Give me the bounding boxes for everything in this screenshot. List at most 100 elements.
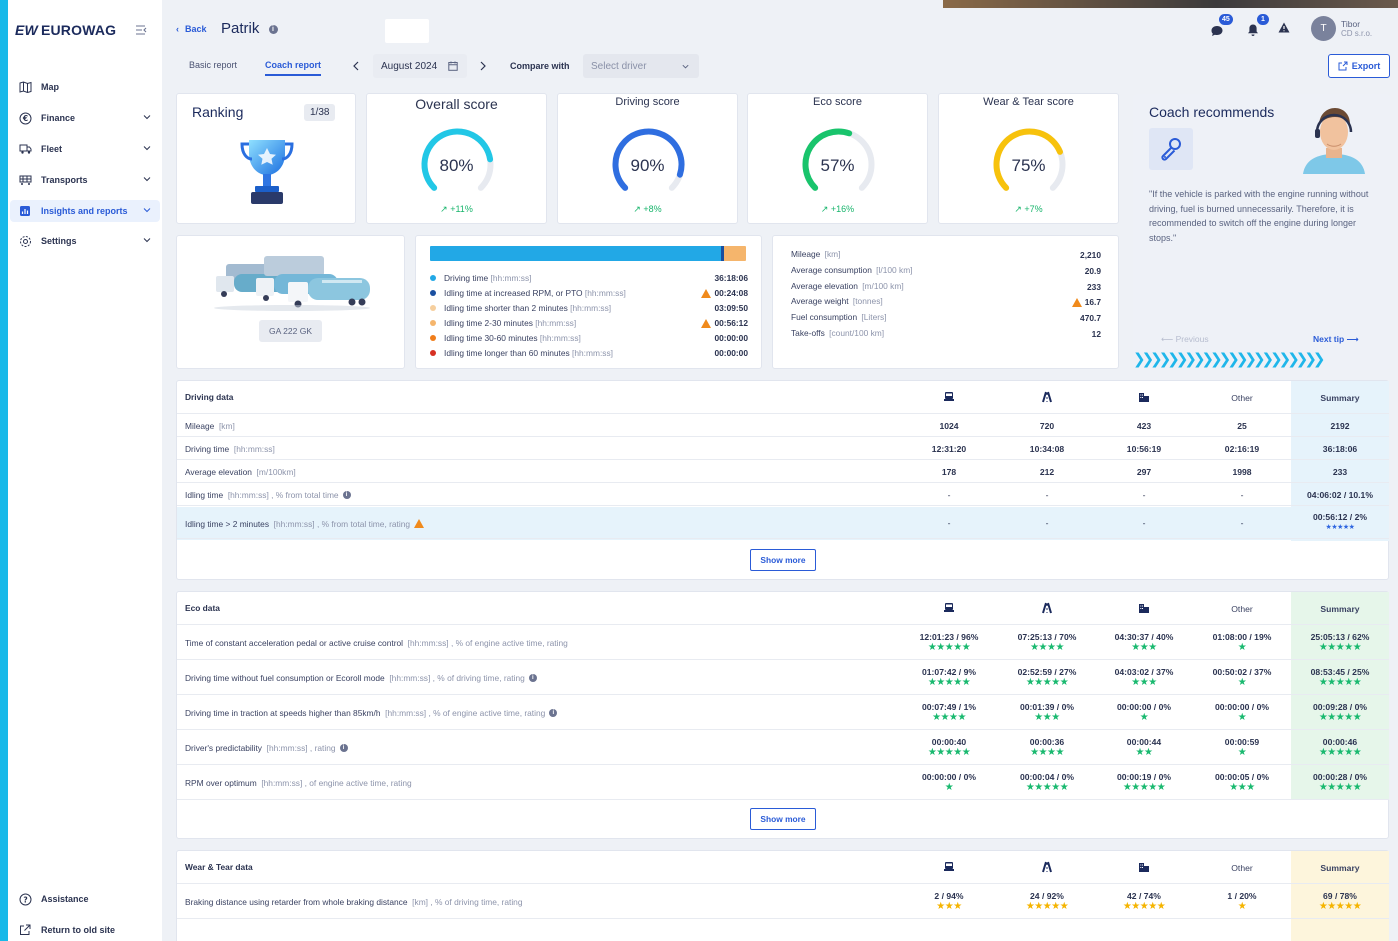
summary-cell: 00:56:12 / 2% ★★★★★ bbox=[1291, 512, 1389, 533]
legend-value-text: 00:00:00 bbox=[714, 348, 748, 358]
table-row: Mileage [km] 1024 720 423 25 2192 bbox=[177, 414, 1389, 437]
sidebar-item-transports[interactable]: Transports bbox=[10, 169, 160, 191]
previous-label: Previous bbox=[1175, 334, 1209, 344]
stat-row: Average consumption [l/100 km] 20.9 bbox=[791, 265, 1101, 277]
show-more-button[interactable]: Show more bbox=[750, 808, 816, 830]
table-cell: 04:30:37 / 40% ★★★ bbox=[1095, 632, 1193, 653]
summary-cell: 233 bbox=[1291, 467, 1389, 477]
cell-value: 12:31:20 bbox=[931, 443, 967, 454]
rating-stars: ★★★★★ bbox=[1325, 523, 1355, 531]
cell-value: - bbox=[1045, 517, 1049, 528]
legend-label: Idling time at increased RPM, or PTO [hh… bbox=[444, 288, 626, 298]
chevron-down-icon bbox=[143, 238, 151, 243]
row-label: Mileage [km] bbox=[185, 421, 235, 431]
rating-stars: ★★★ bbox=[936, 900, 962, 912]
back-link[interactable]: ‹ Back bbox=[176, 24, 207, 34]
info-icon[interactable]: i bbox=[342, 491, 351, 500]
notifications-button[interactable]: 1 bbox=[1247, 14, 1269, 37]
row-unit: [hh:mm:ss] , rating bbox=[264, 742, 336, 753]
cell-value: 178 bbox=[941, 466, 957, 477]
euro-icon: € bbox=[18, 111, 32, 125]
user-menu[interactable]: T Tibor CD s.r.o. bbox=[1311, 16, 1391, 42]
messages-badge: 45 bbox=[1219, 14, 1233, 25]
legend-value-text: 00:00:00 bbox=[714, 333, 748, 343]
sidebar-item-settings[interactable]: Settings bbox=[10, 230, 160, 252]
eurowag-logo[interactable]: EW EUROWAG bbox=[15, 22, 116, 38]
info-icon[interactable]: i bbox=[268, 24, 278, 34]
tab-basic-report[interactable]: Basic report bbox=[189, 60, 237, 70]
legend-unit: [hh:mm:ss] bbox=[539, 333, 581, 343]
sidebar-item-map[interactable]: Map bbox=[10, 76, 160, 98]
ranking-card: Ranking 1/38 bbox=[176, 93, 356, 224]
info-icon[interactable]: i bbox=[549, 709, 558, 718]
next-month-icon[interactable] bbox=[479, 61, 487, 71]
prev-month-icon[interactable] bbox=[352, 61, 360, 71]
rating-stars: ★★★★★ bbox=[927, 676, 971, 688]
tab-coach-report[interactable]: Coach report bbox=[265, 60, 322, 76]
sidebar-item-insights[interactable]: Insights and reports bbox=[10, 200, 160, 222]
table-cell: - bbox=[998, 490, 1096, 500]
column-summary: Summary bbox=[1320, 604, 1360, 614]
coach-tip-text: "If the vehicle is parked with the engin… bbox=[1149, 189, 1369, 243]
legend-dot bbox=[430, 335, 436, 341]
summary-cell: 00:00:28 / 0% ★★★★★ bbox=[1291, 772, 1389, 793]
stat-value: 20.9 bbox=[1085, 265, 1101, 277]
chevron-down-icon bbox=[143, 177, 151, 182]
stat-label: Average weight bbox=[791, 296, 849, 307]
time-bar-segment bbox=[430, 246, 721, 261]
export-button[interactable]: Export bbox=[1328, 54, 1390, 78]
previous-tip-button[interactable]: ⟵ Previous bbox=[1161, 334, 1209, 345]
warning-icon[interactable] bbox=[1278, 22, 1290, 33]
row-label-text: Idling time > 2 minutes bbox=[185, 518, 272, 529]
table-cell: 2 / 94% ★★★ bbox=[900, 891, 998, 912]
legend-label: Idling time 2-30 minutes [hh:mm:ss] bbox=[444, 318, 576, 328]
collapse-sidebar-icon[interactable] bbox=[135, 24, 147, 36]
avatar: T bbox=[1311, 16, 1336, 41]
cell-value: 42 / 74% bbox=[1127, 890, 1161, 901]
month-picker[interactable]: August 2024 bbox=[373, 54, 467, 78]
row-unit: [hh:mm:ss] , % of engine active time, ra… bbox=[405, 637, 568, 648]
wear-tear-data-table: Wear & Tear data Other Summary Braking di… bbox=[176, 850, 1389, 941]
legend-value: 00:24:08 bbox=[701, 288, 748, 298]
table-title: Driving data bbox=[185, 392, 234, 402]
page-title: Patrik i bbox=[221, 20, 278, 37]
truck-front-icon bbox=[900, 602, 998, 616]
messages-button[interactable]: 45 bbox=[1210, 14, 1233, 37]
back-label: Back bbox=[185, 24, 207, 34]
stat-label: Take-offs bbox=[791, 328, 825, 338]
rating-stars: ★★★★★ bbox=[1318, 746, 1362, 758]
driver-select[interactable]: Select driver bbox=[583, 54, 699, 78]
info-icon[interactable]: i bbox=[528, 674, 537, 683]
rating-stars: ★★★★★ bbox=[1318, 676, 1362, 688]
cell-value: 04:06:02 / 10.1% bbox=[1307, 489, 1373, 500]
sidebar-item-finance[interactable]: € Finance bbox=[10, 107, 160, 129]
stat-unit: [Liters] bbox=[859, 312, 887, 323]
table-cell: - bbox=[1095, 490, 1193, 500]
sidebar-item-fleet[interactable]: Fleet bbox=[10, 138, 160, 160]
legend-dot bbox=[430, 290, 436, 296]
legend-text: Idling time 30-60 minutes bbox=[444, 333, 540, 343]
info-icon[interactable]: i bbox=[339, 744, 348, 753]
score-delta: ↗ +8% bbox=[558, 204, 737, 215]
cell-value: 233 bbox=[1332, 466, 1348, 477]
row-label: Idling time [hh:mm:ss] , % from total ti… bbox=[185, 490, 351, 500]
table-cell: 00:00:19 / 0% ★★★★★ bbox=[1095, 772, 1193, 793]
overall-score-card: Overall score 80% ↗ +11% bbox=[366, 93, 547, 224]
rating-stars: ★★★★★ bbox=[1122, 781, 1166, 793]
chevron-decoration: ❯❯❯❯❯❯❯❯❯❯❯❯❯❯❯❯❯❯❯❯❯❯ bbox=[1133, 351, 1326, 368]
next-tip-button[interactable]: Next tip ⟶ bbox=[1313, 334, 1359, 345]
month-value: August 2024 bbox=[381, 61, 438, 72]
header-blank-box bbox=[385, 19, 429, 43]
legend-value: 03:09:50 bbox=[714, 303, 748, 313]
return-old-site-link[interactable]: Return to old site bbox=[10, 919, 160, 941]
table-cell: - bbox=[900, 490, 998, 500]
cell-value: 00:50:02 / 37% bbox=[1212, 666, 1272, 677]
assistance-link[interactable]: ? Assistance bbox=[10, 888, 160, 910]
vehicle-card: GA 222 GK bbox=[176, 235, 405, 369]
sidebar-item-label: Insights and reports bbox=[41, 206, 128, 216]
cell-value: - bbox=[1142, 517, 1146, 528]
compare-label: Compare with bbox=[510, 61, 570, 71]
stat-value-text: 233 bbox=[1087, 281, 1101, 292]
table-cell: 07:25:13 / 70% ★★★★ bbox=[998, 632, 1096, 653]
show-more-button[interactable]: Show more bbox=[750, 549, 816, 571]
